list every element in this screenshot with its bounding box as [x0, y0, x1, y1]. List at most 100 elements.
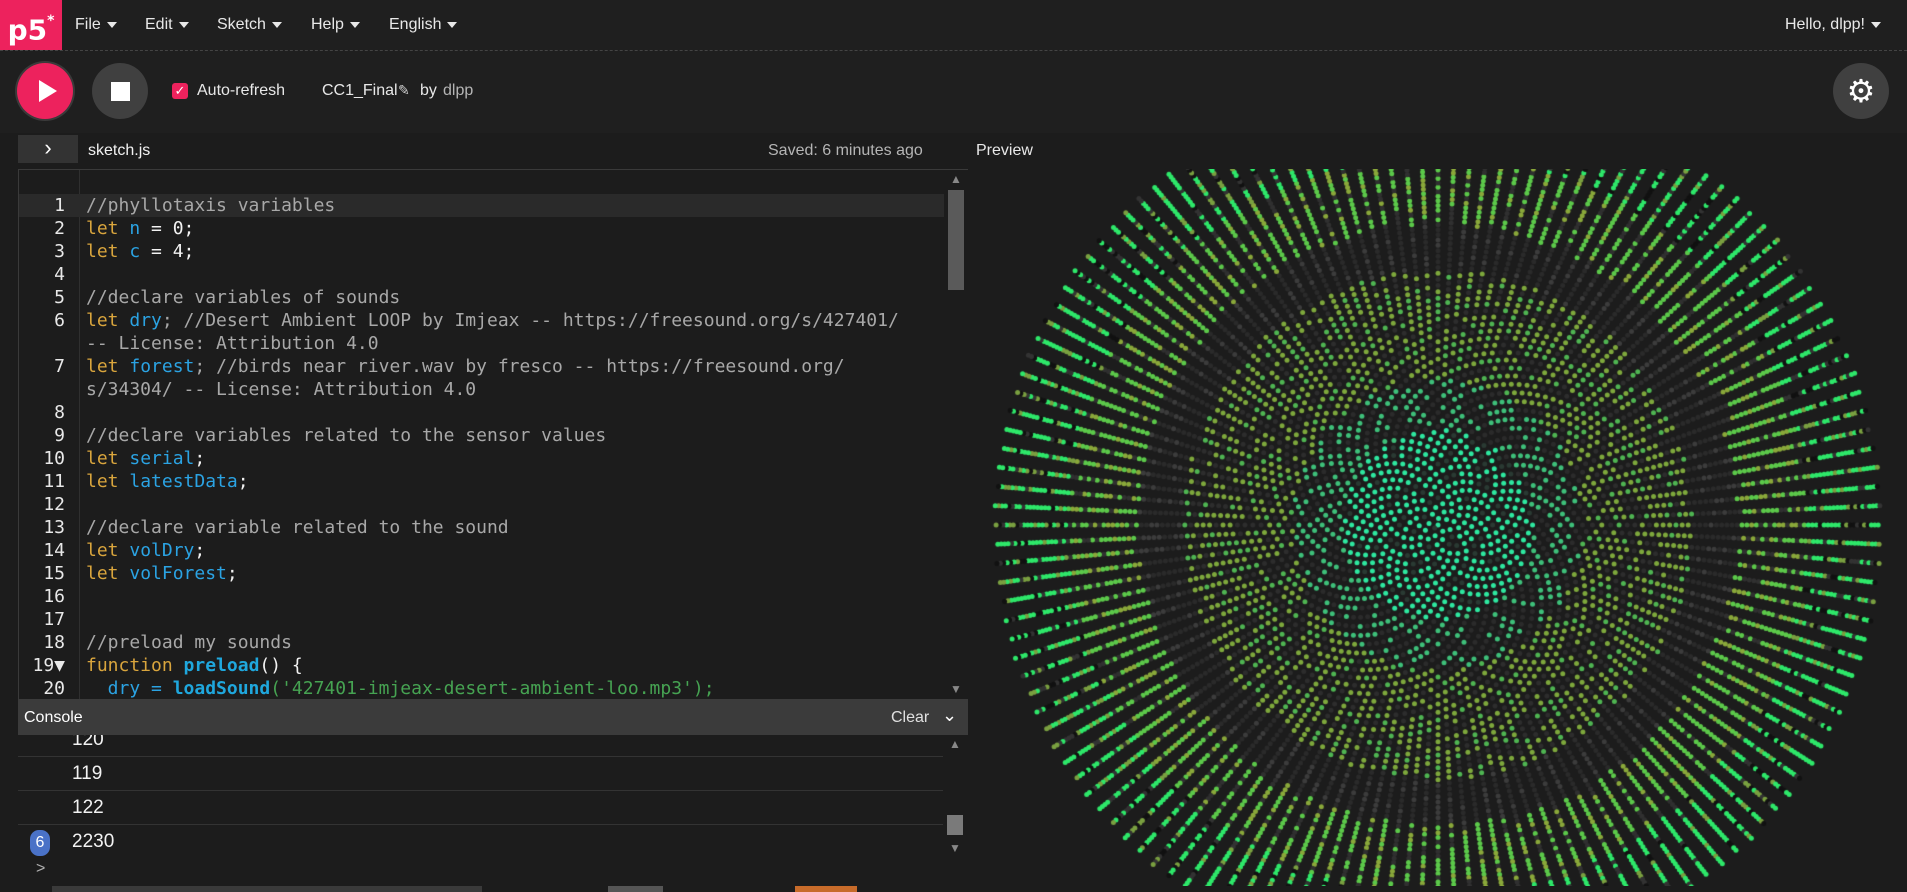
- line-number: 15: [43, 563, 65, 584]
- code-token: ;: [194, 448, 206, 469]
- code-line[interactable]: 5 //declare variables of sounds: [19, 286, 944, 309]
- editor-scroll-thumb[interactable]: [948, 190, 964, 290]
- menu-help[interactable]: Help: [311, 0, 360, 50]
- code-line[interactable]: -- License: Attribution 4.0: [19, 332, 944, 355]
- code-line[interactable]: s/34304/ -- License: Attribution 4.0: [19, 378, 944, 401]
- code-line[interactable]: 13 //declare variable related to the soun…: [19, 516, 944, 539]
- code-text: -- License: Attribution 4.0: [86, 332, 379, 355]
- preview-label: Preview: [976, 142, 1033, 159]
- line-number: 5: [54, 287, 65, 308]
- scroll-up-icon[interactable]: ▲: [950, 172, 962, 186]
- collapse-console-icon[interactable]: ⌄: [942, 705, 957, 726]
- code-text: let forest; //birds near river.wav by fr…: [86, 355, 845, 378]
- code-token: //declare variable related to the sound: [86, 517, 509, 538]
- code-line[interactable]: 9 //declare variables related to the sens…: [19, 424, 944, 447]
- console-value: 120: [72, 735, 104, 750]
- settings-button[interactable]: ⚙: [1833, 63, 1889, 119]
- console-scroll-down-icon[interactable]: ▼: [949, 841, 961, 855]
- menu-help-label: Help: [311, 16, 344, 33]
- stop-button[interactable]: [92, 63, 148, 119]
- pencil-icon[interactable]: ✎: [398, 82, 410, 99]
- auto-refresh-checkbox[interactable]: ✓: [172, 83, 188, 99]
- code-line[interactable]: 14 let volDry;: [19, 539, 944, 562]
- code-line[interactable]: 1 //phyllotaxis variables: [19, 194, 944, 217]
- code-line[interactable]: 4: [19, 263, 944, 286]
- code-line[interactable]: 16: [19, 585, 944, 608]
- line-number: 2: [54, 218, 65, 239]
- code-token: let: [86, 448, 130, 469]
- line-number: 7: [54, 356, 65, 377]
- code-editor[interactable]: 1 //phyllotaxis variables 2 let n = 0; 3 let …: [18, 169, 969, 700]
- console-prompt[interactable]: >: [36, 860, 45, 878]
- code-token: //declare variables of sounds: [86, 287, 401, 308]
- line-number: 11: [43, 471, 65, 492]
- code-line[interactable]: 19▼ function preload() {: [19, 654, 944, 677]
- console-scroll-thumb[interactable]: [947, 815, 963, 835]
- code-text: //declare variable related to the sound: [86, 516, 509, 539]
- code-token: ;: [226, 563, 238, 584]
- bottom-strip: [0, 886, 1907, 892]
- caret-down-icon: [447, 21, 458, 28]
- line-number: 20: [43, 678, 65, 699]
- top-nav: p5* File Edit Sketch Help English Hello,…: [0, 0, 1907, 51]
- code-line[interactable]: 7 let forest; //birds near river.wav by f…: [19, 355, 944, 378]
- preview-pane: [968, 169, 1907, 892]
- code-token: serial: [129, 448, 195, 469]
- menu-edit[interactable]: Edit: [145, 0, 189, 50]
- code-text: //phyllotaxis variables: [86, 194, 335, 217]
- console-line: 122: [18, 791, 943, 825]
- code-text: let latestData;: [86, 470, 249, 493]
- line-number: 4: [54, 264, 65, 285]
- code-token: c: [129, 241, 141, 262]
- auto-refresh-label[interactable]: Auto-refresh: [197, 82, 285, 100]
- code-line[interactable]: 8: [19, 401, 944, 424]
- code-token: ; //birds near river.wav by fresco -- ht…: [194, 356, 845, 377]
- console-scrollbar[interactable]: ▲ ▼: [943, 735, 966, 858]
- code-token: let: [86, 356, 130, 377]
- strip-segment: [795, 886, 857, 892]
- line-number: 17: [43, 609, 65, 630]
- menu-language[interactable]: English: [389, 0, 458, 50]
- code-text: function preload() {: [86, 654, 303, 677]
- code-line[interactable]: 2 let n = 0;: [19, 217, 944, 240]
- code-line[interactable]: 15 let volForest;: [19, 562, 944, 585]
- menu-sketch[interactable]: Sketch: [217, 0, 282, 50]
- console-value: 122: [72, 797, 104, 818]
- code-line[interactable]: 12: [19, 493, 944, 516]
- strip-segment: [52, 886, 482, 892]
- user-menu[interactable]: Hello, dlpp!: [1785, 0, 1881, 50]
- code-token: latestData: [129, 471, 238, 492]
- console-clear-button[interactable]: Clear: [891, 709, 929, 727]
- code-line[interactable]: 20 dry = loadSound('427401-imjeax-desert…: [19, 677, 944, 699]
- code-text: let volForest;: [86, 562, 238, 585]
- caret-down-icon: [178, 21, 189, 28]
- caret-down-icon: [106, 21, 117, 28]
- code-text: let volDry;: [86, 539, 205, 562]
- line-number: 1: [54, 195, 65, 216]
- expand-sidebar-button[interactable]: ›: [18, 135, 78, 163]
- author-link[interactable]: dlpp: [443, 82, 473, 100]
- file-name: sketch.js: [88, 142, 151, 159]
- code-text: s/34304/ -- License: Attribution 4.0: [86, 378, 476, 401]
- scroll-down-icon[interactable]: ▼: [950, 682, 962, 696]
- console-scroll-up-icon[interactable]: ▲: [949, 737, 961, 751]
- p5-logo[interactable]: p5*: [0, 0, 62, 50]
- sketch-canvas[interactable]: [968, 169, 1907, 892]
- code-line[interactable]: 17: [19, 608, 944, 631]
- code-token: function: [86, 655, 184, 676]
- code-line[interactable]: 6 let dry; //Desert Ambient LOOP by Imjea…: [19, 309, 944, 332]
- menu-file[interactable]: File: [75, 0, 117, 50]
- line-number: 3: [54, 241, 65, 262]
- code-token: dry: [129, 310, 162, 331]
- code-line[interactable]: 11 let latestData;: [19, 470, 944, 493]
- code-token: ;: [194, 540, 206, 561]
- play-button[interactable]: [17, 63, 73, 119]
- line-number: 10: [43, 448, 65, 469]
- code-line[interactable]: 18 //preload my sounds: [19, 631, 944, 654]
- sketch-name[interactable]: CC1_Final: [322, 82, 398, 100]
- editor-scrollbar[interactable]: ▲ ▼: [944, 170, 967, 699]
- code-line[interactable]: 10 let serial;: [19, 447, 944, 470]
- line-number: 19▼: [32, 655, 65, 676]
- repeat-count-badge: 6: [30, 830, 50, 856]
- code-line[interactable]: 3 let c = 4;: [19, 240, 944, 263]
